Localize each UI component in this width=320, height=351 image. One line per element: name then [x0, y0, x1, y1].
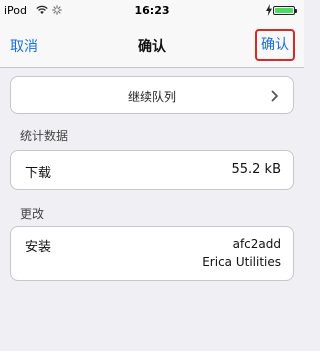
package-name: afc2add — [232, 237, 281, 251]
download-label: 下载 — [25, 166, 52, 181]
charging-bolt-icon — [266, 4, 272, 16]
screen: iPod 16:23 取消 确认 确认 继续队列 统计数据 下载 55.2 kB… — [0, 0, 304, 351]
confirm-button[interactable]: 确认 — [255, 29, 295, 61]
changes-section-header: 更改 — [20, 207, 45, 221]
continue-queue-label: 继续队列 — [127, 90, 176, 104]
battery-level — [275, 8, 293, 13]
install-label: 安装 — [25, 240, 52, 255]
changes-row-install: 安装 afc2add Erica Utilities — [10, 226, 294, 281]
stats-section-header: 统计数据 — [20, 129, 69, 143]
status-time: 16:23 — [134, 4, 170, 17]
download-size: 55.2 kB — [231, 162, 281, 177]
install-packages: afc2add Erica Utilities — [202, 235, 281, 271]
status-bar: iPod 16:23 — [0, 0, 304, 21]
continue-queue-button[interactable]: 继续队列 — [10, 76, 294, 114]
chevron-right-icon — [271, 90, 278, 102]
battery-tip — [295, 9, 297, 13]
battery-icon — [273, 6, 297, 15]
stats-row-download: 下载 55.2 kB — [10, 150, 294, 190]
package-name: Erica Utilities — [202, 255, 281, 269]
navigation-bar: 取消 确认 确认 — [0, 21, 304, 68]
